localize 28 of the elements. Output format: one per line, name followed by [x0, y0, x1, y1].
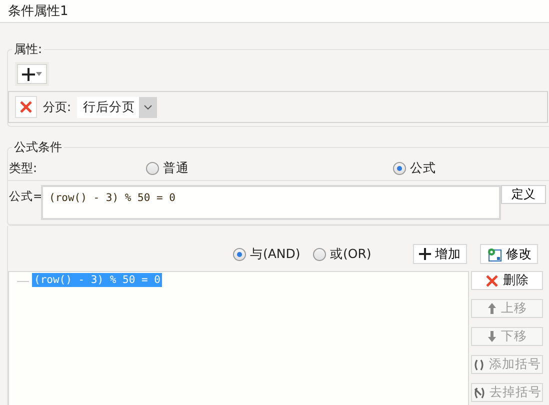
type-radio[interactable]: 公式 [393, 160, 436, 176]
type-radio[interactable]: 普通 [146, 160, 189, 176]
define-button[interactable]: 定义 [501, 185, 546, 204]
delete-icon [485, 274, 499, 288]
delete-button[interactable]: 删除 [471, 271, 543, 290]
arrow-down-icon [487, 330, 497, 343]
page-break-dropdown[interactable]: 行后分页 [77, 96, 158, 118]
field-label: 类型: [9, 160, 38, 176]
remove-parentheses-icon [472, 386, 486, 398]
field-label: 分页: [43, 98, 72, 116]
edit-button[interactable]: 修改 [480, 244, 538, 264]
delete-icon [19, 100, 33, 114]
plus-icon [22, 68, 35, 80]
section-legend: 公式条件 [12, 139, 64, 156]
window-title: 条件属性1 [8, 3, 68, 20]
logic-radio[interactable]: 与(AND) [233, 246, 300, 262]
add-button[interactable]: 增加 [413, 244, 467, 264]
formula-field[interactable]: (row() - 3) % 50 = 0 [41, 185, 501, 220]
section-legend: 属性: [12, 41, 44, 58]
parentheses-icon [473, 358, 485, 370]
logic-radio[interactable]: 或(OR) [313, 246, 372, 262]
add-property-button[interactable] [17, 64, 47, 84]
remove-property-button[interactable] [15, 96, 37, 118]
chevron-down-icon [144, 104, 152, 110]
plus-icon [419, 248, 431, 260]
caret-icon [36, 72, 42, 76]
arrow-up-icon [487, 302, 497, 315]
gear-document-icon [486, 246, 502, 262]
